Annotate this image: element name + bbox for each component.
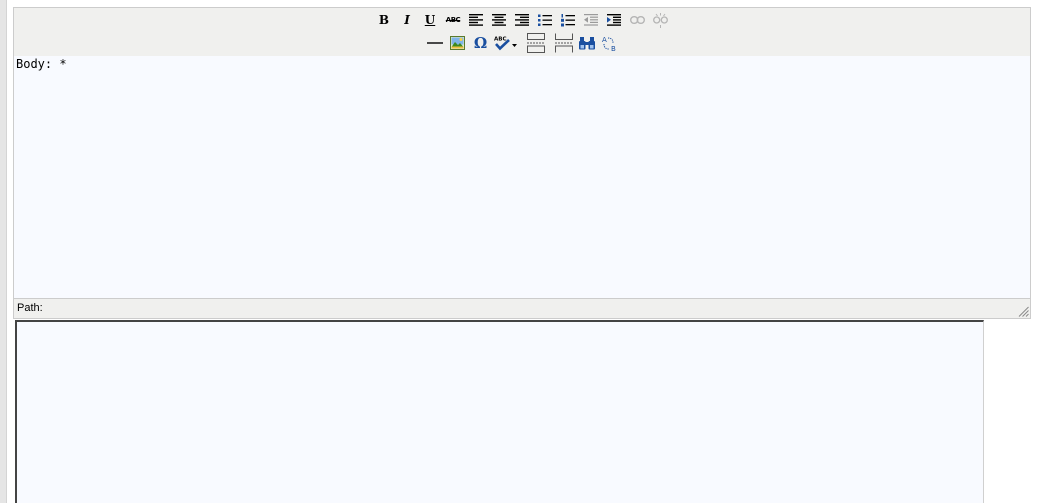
bullet-list-icon [538,14,552,26]
numbered-list-icon [561,13,575,26]
align-right-button[interactable] [512,10,532,30]
spellcheck-button[interactable]: ABC [494,33,518,53]
find-button[interactable] [577,33,597,53]
indent-button[interactable] [604,10,624,30]
horizontal-rule-icon [426,42,443,44]
special-character-button[interactable]: Ω [471,33,491,53]
resize-grip-icon[interactable] [1018,306,1029,317]
bullet-list-button[interactable] [535,10,555,30]
editor-toolbar: B I U ABC Ω ABC A B [14,8,1030,57]
insert-table-button[interactable] [521,33,551,53]
align-center-icon [492,14,506,26]
page: B I U ABC Ω ABC A B Body: * Path: [0,0,1040,503]
image-icon [450,36,465,50]
spellcheck-icon: ABC [494,37,517,51]
omega-icon: Ω [473,34,488,52]
align-left-icon [469,14,483,26]
horizontal-rule-button[interactable] [425,33,445,53]
strikethrough-icon: ABC [445,16,461,24]
bold-icon: B [378,13,390,27]
bold-button[interactable]: B [374,10,394,30]
strikethrough-button[interactable]: ABC [443,10,463,30]
path-label: Path: [17,302,43,314]
svg-text:B: B [611,45,616,52]
table-split-icon [526,33,545,53]
italic-icon: I [404,13,410,27]
align-right-icon [515,14,529,26]
find-replace-icon: A B [602,36,616,52]
insert-link-button[interactable] [627,10,647,30]
link-icon [629,16,645,24]
rich-text-editor: B I U ABC Ω ABC A B Body: * Path: [13,7,1031,319]
body-label: Body: * [16,57,67,71]
svg-text:A: A [602,36,607,44]
editor-body-area[interactable]: Body: * [14,56,1030,298]
find-replace-button[interactable]: A B [600,33,620,53]
align-center-button[interactable] [489,10,509,30]
outdent-button[interactable] [581,10,601,30]
toolbar-row-1: B I U ABC [14,9,1030,31]
page-break-icon [554,33,573,53]
italic-button[interactable]: I [397,10,417,30]
underline-icon: U [424,13,436,27]
left-divider [0,0,7,503]
underline-button[interactable]: U [420,10,440,30]
align-left-button[interactable] [466,10,486,30]
page-break-button[interactable] [554,33,574,53]
svg-text:ABC: ABC [494,37,507,43]
indent-icon [607,14,621,26]
body-textarea[interactable] [15,320,984,503]
unlink-icon [652,12,668,28]
unlink-button[interactable] [650,10,670,30]
editor-statusbar: Path: [14,298,1030,318]
outdent-icon [584,14,598,26]
insert-image-button[interactable] [448,33,468,53]
toolbar-row-2: Ω ABC A B [14,32,1030,54]
numbered-list-button[interactable] [558,10,578,30]
binoculars-icon [578,36,595,49]
